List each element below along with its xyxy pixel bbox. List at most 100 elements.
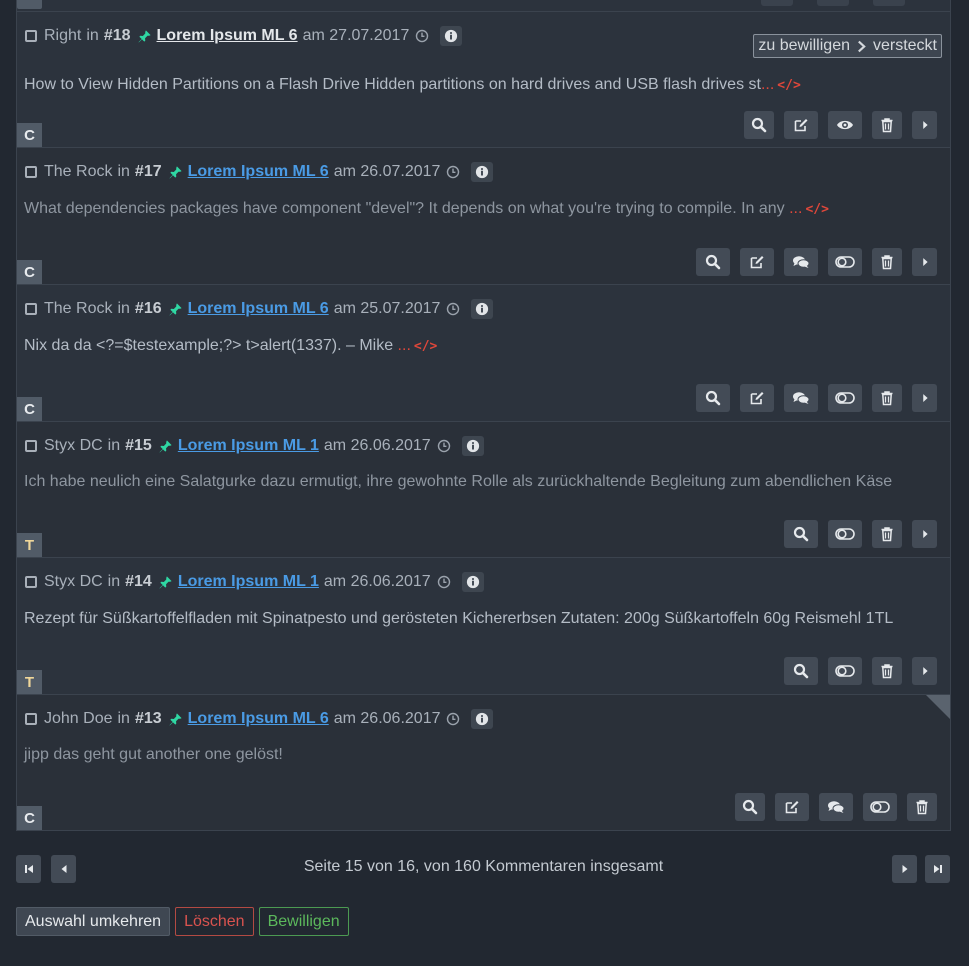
reply-button[interactable]: [784, 384, 818, 412]
more-button[interactable]: [912, 111, 937, 139]
view-button[interactable]: [744, 111, 774, 139]
comment-author: The Rock: [44, 300, 113, 317]
delete-button[interactable]: [872, 384, 902, 412]
topic-link[interactable]: Lorem Ipsum ML 6: [188, 300, 329, 318]
am-word: am 26.07.2017: [333, 163, 441, 180]
view-button[interactable]: [784, 657, 818, 685]
topic-link[interactable]: Lorem Ipsum ML 1: [178, 573, 319, 591]
am-word: am 27.07.2017: [302, 27, 410, 44]
pin-icon: [168, 712, 183, 727]
toggle-button[interactable]: [863, 793, 897, 821]
comment-item: John Doe in #13 Lorem Ipsum ML 6 am 26.0…: [17, 695, 950, 831]
search-icon: [742, 799, 758, 815]
comment-item: The Rock in #17 Lorem Ipsum ML 6 am 26.0…: [17, 148, 950, 285]
search-icon: [705, 254, 721, 270]
comment-number: #14: [125, 573, 152, 590]
delete-selected-button[interactable]: Löschen: [175, 907, 254, 936]
select-checkbox[interactable]: [25, 713, 37, 725]
comment-number: #18: [103, 27, 131, 44]
toggle-button[interactable]: [828, 248, 862, 276]
info-icon[interactable]: [461, 436, 484, 456]
select-checkbox[interactable]: [25, 166, 37, 178]
delete-button[interactable]: [872, 657, 902, 685]
toggle-icon: [835, 528, 855, 540]
topic-link[interactable]: Lorem Ipsum ML 6: [188, 163, 329, 181]
action-button[interactable]: [873, 0, 905, 6]
info-icon[interactable]: [440, 26, 463, 46]
toggle-icon: [870, 801, 890, 813]
toggle-button[interactable]: [828, 384, 862, 412]
info-icon[interactable]: [471, 299, 494, 319]
comment-item: Styx DC in #14 Lorem Ipsum ML 1 am 26.06…: [17, 558, 950, 695]
am-word: am 26.06.2017: [333, 710, 441, 727]
pin-icon: [168, 165, 183, 180]
show-button[interactable]: [828, 111, 862, 139]
comment-author: The Rock: [44, 163, 113, 180]
comment-text: What dependencies packages have componen…: [24, 200, 829, 218]
comment-text: jipp das geht gut another one gelöst!: [24, 746, 283, 764]
comment-number: #16: [134, 300, 162, 317]
info-icon[interactable]: [471, 162, 494, 182]
select-checkbox[interactable]: [25, 30, 37, 42]
delete-button[interactable]: [872, 111, 902, 139]
comment-author: Styx DC: [44, 573, 103, 590]
trash-icon: [879, 117, 895, 133]
comment-actions: [784, 520, 937, 548]
action-button[interactable]: [761, 0, 793, 6]
edit-icon: [749, 254, 765, 270]
more-button[interactable]: [912, 520, 937, 548]
topic-link[interactable]: Lorem Ipsum ML 1: [178, 437, 319, 455]
status-to: versteckt: [872, 37, 937, 54]
more-button[interactable]: [912, 384, 937, 412]
select-checkbox[interactable]: [25, 576, 37, 588]
clock-icon: [446, 712, 460, 726]
comment-excerpt: Ich habe neulich eine Salatgurke dazu er…: [24, 473, 893, 490]
reply-button[interactable]: [784, 248, 818, 276]
delete-button[interactable]: [872, 520, 902, 548]
delete-button[interactable]: [907, 793, 937, 821]
approve-selected-button[interactable]: Bewilligen: [258, 907, 349, 936]
more-button[interactable]: [912, 657, 937, 685]
next-page-button[interactable]: [892, 855, 917, 883]
select-checkbox[interactable]: [25, 303, 37, 315]
clock-icon: [437, 575, 451, 589]
info-icon[interactable]: [471, 709, 494, 729]
chevron-right-icon: [857, 40, 866, 53]
trash-icon: [879, 663, 895, 679]
last-page-button[interactable]: [925, 855, 950, 883]
topic-link[interactable]: Lorem Ipsum ML 6: [188, 710, 329, 728]
comment-number: #15: [125, 437, 152, 454]
view-button[interactable]: [735, 793, 765, 821]
in-word: in: [117, 163, 130, 180]
view-button[interactable]: [696, 248, 730, 276]
invert-selection-button[interactable]: Auswahl umkehren: [16, 907, 171, 936]
info-icon[interactable]: [461, 572, 484, 592]
edit-button[interactable]: [740, 384, 774, 412]
select-checkbox[interactable]: [25, 440, 37, 452]
edit-icon: [793, 117, 809, 133]
caret-right-icon: [918, 255, 932, 269]
view-button[interactable]: [784, 520, 818, 548]
edit-button[interactable]: [740, 248, 774, 276]
code-icon[interactable]: </>: [805, 202, 828, 217]
more-button[interactable]: [912, 248, 937, 276]
comment-type-badge: T: [17, 533, 42, 557]
topic-link[interactable]: Lorem Ipsum ML 6: [157, 27, 298, 45]
edit-icon: [784, 799, 800, 815]
pin-icon: [158, 439, 173, 454]
delete-button[interactable]: [872, 248, 902, 276]
edit-button[interactable]: [775, 793, 809, 821]
toggle-button[interactable]: [828, 657, 862, 685]
pin-icon: [168, 302, 183, 317]
code-icon[interactable]: </>: [414, 339, 437, 354]
ellipsis: ...: [397, 337, 411, 354]
reply-button[interactable]: [819, 793, 853, 821]
code-icon[interactable]: </>: [777, 78, 800, 93]
view-button[interactable]: [696, 384, 730, 412]
toggle-button[interactable]: [828, 520, 862, 548]
corner-marker: [926, 695, 950, 719]
edit-button[interactable]: [784, 111, 818, 139]
action-button[interactable]: [817, 0, 849, 6]
comment-type-badge: C: [17, 260, 42, 284]
comment-date: 25.07.2017: [360, 300, 441, 317]
